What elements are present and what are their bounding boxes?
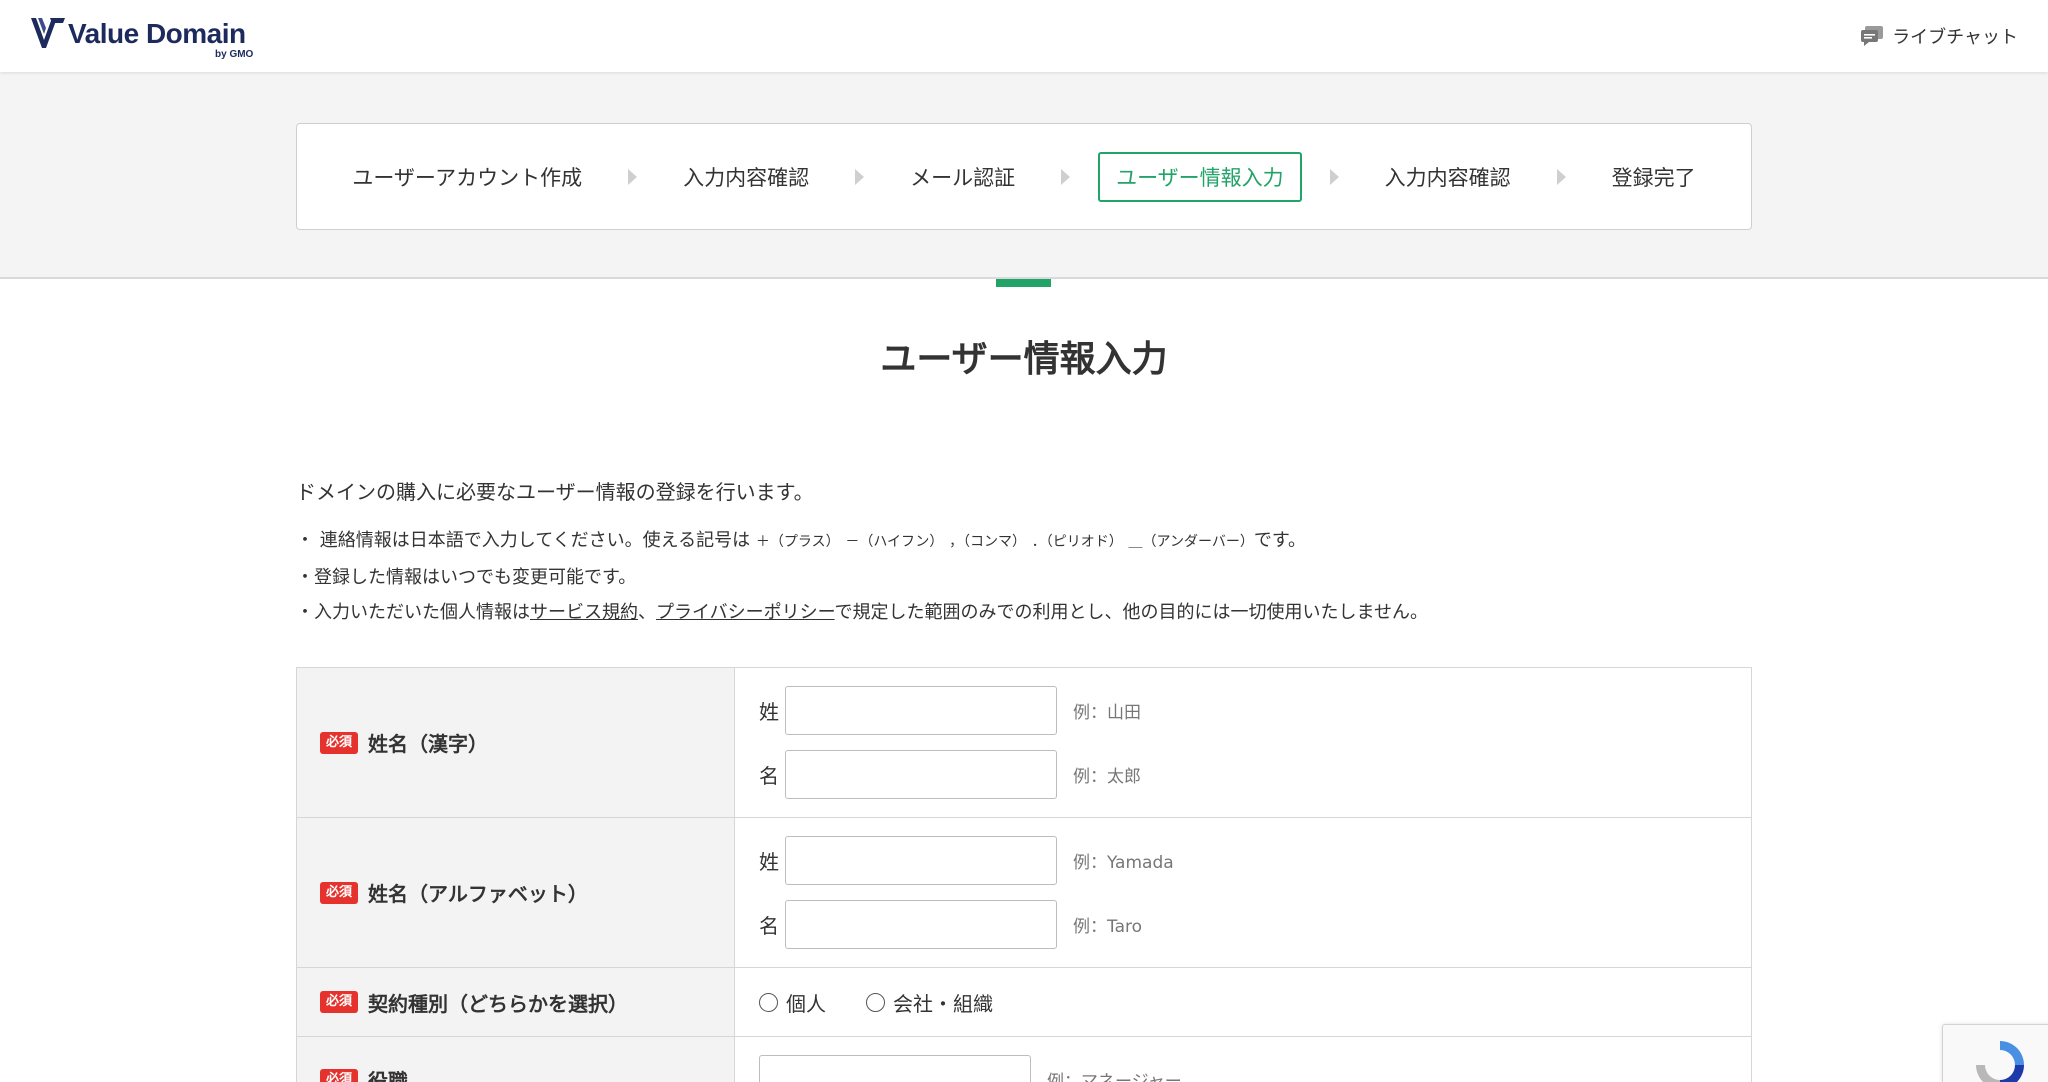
live-chat-button[interactable]: ライブチャット [1860, 20, 2018, 52]
step-registration-complete: 登録完了 [1611, 165, 1696, 190]
note-privacy-separator: 、 [638, 602, 656, 623]
name-kanji-label: 姓名（漢字） [368, 732, 489, 756]
step-create-account: ユーザーアカウント作成 [352, 165, 583, 190]
note-privacy-prefix: 入力いただいた個人情報は [314, 602, 530, 623]
page-title: ユーザー情報入力 [880, 339, 1168, 380]
last-name-alphabet-field: 姓 例：Yamada [759, 836, 1751, 885]
form-row-name-alphabet: 必須 姓名（アルファベット） 姓 例：Yamada 名 例：Taro [296, 818, 1752, 968]
brand-name: Value Domain [68, 18, 246, 49]
step-arrow-icon [855, 168, 865, 185]
intro-text: ドメインの購入に必要なユーザー情報の登録を行います。 [296, 480, 814, 504]
note-symbols: 連絡情報は日本語で入力してください。使える記号は ＋（プラス） －（ハイフン） … [296, 523, 1428, 560]
note-symbols-suffix: です。 [1253, 530, 1307, 551]
step-user-info-current: ユーザー情報入力 [1098, 151, 1302, 202]
note-privacy-suffix: で規定した範囲のみでの利用とし、他の目的には一切使用いたしません。 [834, 602, 1429, 623]
note-changeable-text: 登録した情報はいつでも変更可能です。 [314, 567, 637, 588]
first-name-alphabet-field: 名 例：Taro [759, 900, 1751, 949]
site-header: Value Domain by GMO ライブチャット [0, 0, 2048, 72]
contract-type-company-label: 会社・組織 [893, 991, 993, 1016]
form-row-contract-type: 必須 契約種別（どちらかを選択） 個人 会社・組織 [296, 968, 1752, 1037]
first-name-alphabet-example: 例：Taro [1073, 917, 1143, 937]
symbol-plus: ＋（プラス） [755, 534, 840, 550]
privacy-policy-link[interactable]: プライバシーポリシー [656, 602, 835, 623]
symbol-period: ．（ピリオド） [1031, 534, 1123, 550]
last-name-kanji-field: 姓 例：山田 [759, 686, 1751, 735]
field-input-cell: 例：マネージャー [735, 1037, 1751, 1082]
section-marker [996, 279, 1051, 287]
last-name-alphabet-input[interactable] [785, 836, 1057, 885]
live-chat-label: ライブチャット [1892, 27, 2018, 48]
value-domain-logo-mark-icon [31, 18, 65, 48]
note-symbols-prefix: 連絡情報は日本語で入力してください。使える記号は [319, 530, 751, 551]
contract-type-radio-group: 個人 会社・組織 [759, 985, 1751, 1019]
radio-circle-icon[interactable] [866, 992, 885, 1012]
first-name-kanji-example: 例：太郎 [1073, 767, 1141, 787]
first-name-kanji-input[interactable] [785, 750, 1057, 799]
step-arrow-icon [1329, 168, 1339, 185]
recaptcha-badge[interactable] [1942, 1024, 2048, 1082]
position-input[interactable] [759, 1055, 1031, 1082]
field-label-cell: 必須 役職 [297, 1037, 735, 1082]
step-confirm-input-2: 入力内容確認 [1384, 165, 1511, 190]
notes-list: 連絡情報は日本語で入力してください。使える記号は ＋（プラス） －（ハイフン） … [296, 523, 1428, 630]
first-name-alphabet-input[interactable] [785, 900, 1057, 949]
note-changeable: 登録した情報はいつでも変更可能です。 [296, 560, 1428, 595]
required-badge: 必須 [320, 1068, 359, 1082]
position-field: 例：マネージャー [759, 1055, 1751, 1082]
step-email-verification: メール認証 [910, 165, 1016, 190]
value-domain-logo[interactable]: Value Domain by GMO [30, 16, 270, 60]
first-name-key: 名 [759, 764, 779, 788]
brand-sub: by GMO [215, 49, 254, 60]
contract-type-individual-label: 個人 [786, 991, 826, 1016]
last-name-key: 姓 [759, 850, 779, 874]
progress-steps: ユーザーアカウント作成 入力内容確認 メール認証 ユーザー情報入力 入力内容確認… [296, 123, 1752, 230]
chat-bubble-icon [1861, 26, 1884, 46]
symbol-underscore: ＿（アンダーバー） [1128, 534, 1254, 550]
step-arrow-icon [1061, 168, 1071, 185]
step-band: ユーザーアカウント作成 入力内容確認 メール認証 ユーザー情報入力 入力内容確認… [0, 72, 2048, 279]
first-name-kanji-field: 名 例：太郎 [759, 750, 1751, 799]
symbol-comma: ，（コンマ） [949, 534, 1027, 550]
first-name-key: 名 [759, 914, 779, 938]
symbol-hyphen: －（ハイフン） [845, 534, 944, 550]
terms-of-service-link[interactable]: サービス規約 [530, 602, 638, 623]
last-name-kanji-input[interactable] [785, 686, 1057, 735]
field-label-cell: 必須 姓名（アルファベット） [297, 818, 735, 967]
note-privacy: 入力いただいた個人情報はサービス規約、プライバシーポリシーで規定した範囲のみでの… [296, 595, 1428, 630]
field-input-cell: 姓 例：Yamada 名 例：Taro [735, 818, 1751, 967]
form-row-position: 必須 役職 例：マネージャー [296, 1037, 1752, 1082]
step-confirm-input: 入力内容確認 [683, 165, 810, 190]
contract-type-company-radio[interactable]: 会社・組織 [866, 988, 993, 1017]
step-arrow-icon [628, 168, 638, 185]
contract-type-label: 契約種別（どちらかを選択） [368, 991, 629, 1016]
field-label-cell: 必須 姓名（漢字） [297, 668, 735, 817]
radio-circle-icon[interactable] [759, 992, 778, 1012]
step-arrow-icon [1556, 168, 1566, 185]
field-label-cell: 必須 契約種別（どちらかを選択） [297, 968, 735, 1036]
contract-type-individual-radio[interactable]: 個人 [759, 988, 826, 1017]
field-input-cell: 姓 例：山田 名 例：太郎 [735, 668, 1751, 817]
required-badge: 必須 [320, 991, 359, 1013]
required-badge: 必須 [320, 731, 359, 754]
recaptcha-icon [1976, 1041, 2024, 1082]
name-alphabet-label: 姓名（アルファベット） [368, 882, 588, 906]
field-input-cell: 個人 会社・組織 [735, 968, 1751, 1036]
position-label: 役職 [368, 1069, 409, 1082]
last-name-alphabet-example: 例：Yamada [1073, 853, 1174, 873]
last-name-key: 姓 [759, 700, 779, 724]
form-row-name-kanji: 必須 姓名（漢字） 姓 例：山田 名 例：太郎 [296, 668, 1752, 818]
position-example: 例：マネージャー [1047, 1072, 1182, 1082]
last-name-kanji-example: 例：山田 [1073, 703, 1141, 723]
user-info-form: 必須 姓名（漢字） 姓 例：山田 名 例：太郎 必須 姓名（アルファベット） 姓 [296, 667, 1752, 1082]
required-badge: 必須 [320, 881, 359, 904]
